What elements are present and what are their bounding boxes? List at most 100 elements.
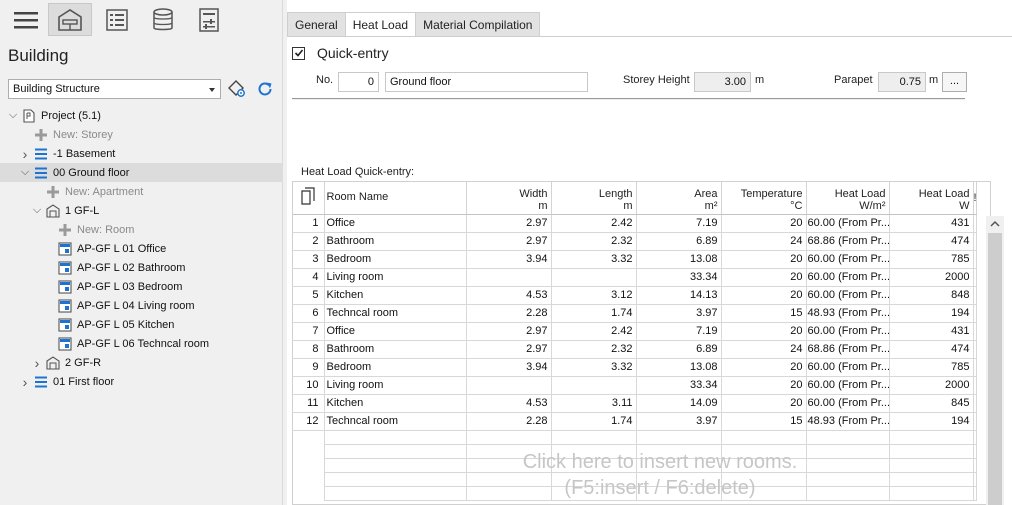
storey-height-input[interactable]: 3.00 bbox=[694, 72, 751, 92]
table-row[interactable]: 11 Kitchen 4.53 3.11 14.09 20 60.00 (From Pr..… bbox=[293, 394, 977, 413]
cell-length[interactable]: 2.32 bbox=[551, 340, 637, 359]
cell-name[interactable]: Techncal room bbox=[324, 412, 467, 431]
cell-wm[interactable]: 60.00 (From Pr... bbox=[806, 376, 890, 395]
refresh-button[interactable] bbox=[256, 80, 274, 98]
cell-name[interactable]: Kitchen bbox=[324, 286, 467, 305]
cell-wm[interactable]: 60.00 (From Pr... bbox=[806, 250, 890, 269]
cell-area[interactable]: 33.34 bbox=[636, 376, 722, 395]
cell-wm[interactable]: 68.86 (From Pr... bbox=[806, 232, 890, 251]
scroll-up-button[interactable] bbox=[986, 216, 1004, 232]
storey-number-input[interactable]: 0 bbox=[338, 72, 379, 92]
cell-width[interactable]: 4.53 bbox=[466, 286, 552, 305]
cell-width[interactable]: 2.97 bbox=[466, 214, 552, 233]
cell-wm[interactable]: 60.00 (From Pr... bbox=[806, 268, 890, 287]
cell-wm[interactable]: 60.00 (From Pr... bbox=[806, 286, 890, 305]
database-button[interactable] bbox=[141, 3, 185, 36]
cell-width[interactable]: 2.28 bbox=[466, 304, 552, 323]
cell-name[interactable]: Office bbox=[324, 214, 467, 233]
cell-temp[interactable]: 20 bbox=[721, 322, 807, 341]
cell-name[interactable]: Bedroom bbox=[324, 250, 467, 269]
cell-width[interactable]: 4.53 bbox=[466, 394, 552, 413]
cell-temp[interactable]: 20 bbox=[721, 250, 807, 269]
cell-width[interactable]: 3.94 bbox=[466, 358, 552, 377]
cell-length[interactable]: 1.74 bbox=[551, 412, 637, 431]
cell-wm[interactable]: 60.00 (From Pr... bbox=[806, 214, 890, 233]
tree-item[interactable]: AP-GF L 06 Techncal room bbox=[0, 334, 283, 353]
cell-area[interactable]: 14.13 bbox=[636, 286, 722, 305]
cell-length[interactable] bbox=[551, 376, 637, 395]
cell-length[interactable] bbox=[551, 268, 637, 287]
table-row[interactable]: 12 Techncal room 2.28 1.74 3.97 15 48.93 (From… bbox=[293, 412, 977, 431]
cell-w[interactable]: 474 bbox=[889, 340, 974, 359]
cell-wm[interactable]: 60.00 (From Pr... bbox=[806, 358, 890, 377]
tree-item[interactable]: AP-GF L 03 Bedroom bbox=[0, 277, 283, 296]
cell-name[interactable]: Living room bbox=[324, 268, 467, 287]
table-row[interactable]: 4 Living room 33.34 20 60.00 (From Pr... 2000 bbox=[293, 268, 977, 287]
cell-w[interactable]: 785 bbox=[889, 250, 974, 269]
col-length[interactable]: Length m bbox=[551, 182, 637, 215]
chevron-down-icon[interactable]: ⌵ bbox=[32, 201, 42, 220]
cell-temp[interactable]: 24 bbox=[721, 232, 807, 251]
cell-length[interactable]: 3.11 bbox=[551, 394, 637, 413]
cell-temp[interactable]: 15 bbox=[721, 304, 807, 323]
cell-w[interactable]: 848 bbox=[889, 286, 974, 305]
cell-temp[interactable]: 20 bbox=[721, 214, 807, 233]
cell-temp[interactable]: 20 bbox=[721, 286, 807, 305]
scroll-thumb[interactable] bbox=[988, 233, 1002, 505]
cell-name[interactable]: Bathroom bbox=[324, 232, 467, 251]
tree-item[interactable]: New: Apartment bbox=[0, 182, 283, 201]
cell-w[interactable]: 431 bbox=[889, 214, 974, 233]
cell-area[interactable]: 3.97 bbox=[636, 412, 722, 431]
chevron-right-icon[interactable]: › bbox=[20, 144, 30, 163]
cell-w[interactable]: 474 bbox=[889, 232, 974, 251]
table-row[interactable]: 6 Techncal room 2.28 1.74 3.97 15 48.93 (From … bbox=[293, 304, 977, 323]
cell-length[interactable]: 2.32 bbox=[551, 232, 637, 251]
cell-area[interactable]: 6.89 bbox=[636, 340, 722, 359]
tree-item[interactable]: › 01 First floor bbox=[0, 372, 283, 391]
cell-area[interactable]: 13.08 bbox=[636, 250, 722, 269]
cell-wm[interactable]: 48.93 (From Pr... bbox=[806, 412, 890, 431]
cell-length[interactable]: 3.32 bbox=[551, 250, 637, 269]
table-row[interactable]: 5 Kitchen 4.53 3.12 14.13 20 60.00 (From Pr...… bbox=[293, 286, 977, 305]
cell-w[interactable]: 845 bbox=[889, 394, 974, 413]
cell-area[interactable]: 13.08 bbox=[636, 358, 722, 377]
cell-area[interactable]: 3.97 bbox=[636, 304, 722, 323]
cell-wm[interactable]: 68.86 (From Pr... bbox=[806, 340, 890, 359]
quick-entry-toggle[interactable]: Quick-entry bbox=[292, 45, 389, 61]
settings-view-button[interactable] bbox=[187, 3, 231, 36]
cell-temp[interactable]: 20 bbox=[721, 394, 807, 413]
cell-name[interactable]: Techncal room bbox=[324, 304, 467, 323]
insert-rooms-hint[interactable]: Click here to insert new rooms. (F5:inse… bbox=[470, 449, 850, 501]
col-extra[interactable]: ! bbox=[973, 182, 977, 215]
col-area[interactable]: Area m² bbox=[636, 182, 722, 215]
col-room-name[interactable]: Room Name bbox=[324, 182, 467, 215]
cell-w[interactable]: 194 bbox=[889, 304, 974, 323]
col-width[interactable]: Width m bbox=[466, 182, 552, 215]
cell-w[interactable]: 785 bbox=[889, 358, 974, 377]
cell-length[interactable]: 2.42 bbox=[551, 322, 637, 341]
cell-name[interactable]: Bedroom bbox=[324, 358, 467, 377]
cell-length[interactable]: 2.42 bbox=[551, 214, 637, 233]
quick-entry-checkbox[interactable] bbox=[292, 46, 305, 60]
chevron-down-icon[interactable]: ⌵ bbox=[8, 106, 18, 125]
cell-temp[interactable]: 20 bbox=[721, 376, 807, 395]
cell-length[interactable]: 1.74 bbox=[551, 304, 637, 323]
tree-item[interactable]: ⌵ 00 Ground floor bbox=[0, 163, 283, 182]
table-row[interactable]: 7 Office 2.97 2.42 7.19 20 60.00 (From Pr... 43… bbox=[293, 322, 977, 341]
cell-width[interactable]: 2.97 bbox=[466, 340, 552, 359]
cell-w[interactable]: 2000 bbox=[889, 268, 974, 287]
cell-length[interactable]: 3.32 bbox=[551, 358, 637, 377]
cell-temp[interactable]: 15 bbox=[721, 412, 807, 431]
tree-item[interactable]: AP-GF L 04 Living room bbox=[0, 296, 283, 315]
cell-area[interactable]: 14.09 bbox=[636, 394, 722, 413]
table-row[interactable]: 8 Bathroom 2.97 2.32 6.89 24 68.86 (From Pr...… bbox=[293, 340, 977, 359]
table-row[interactable]: 1 Office 2.97 2.42 7.19 20 60.00 (From Pr... 43… bbox=[293, 214, 977, 233]
tree-item[interactable]: › -1 Basement bbox=[0, 144, 283, 163]
cell-name[interactable]: Bathroom bbox=[324, 340, 467, 359]
filter-settings-button[interactable] bbox=[228, 80, 246, 98]
table-row[interactable]: 3 Bedroom 3.94 3.32 13.08 20 60.00 (From Pr...… bbox=[293, 250, 977, 269]
cell-name[interactable]: Kitchen bbox=[324, 394, 467, 413]
cell-area[interactable]: 7.19 bbox=[636, 322, 722, 341]
cell-width[interactable] bbox=[466, 376, 552, 395]
cell-w[interactable]: 431 bbox=[889, 322, 974, 341]
